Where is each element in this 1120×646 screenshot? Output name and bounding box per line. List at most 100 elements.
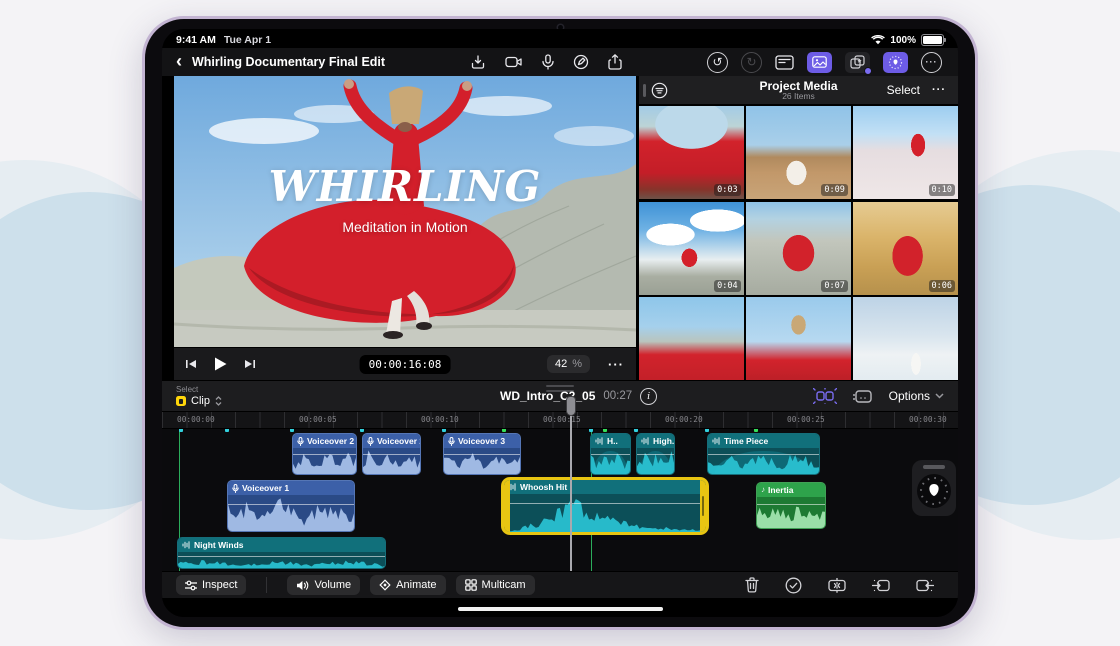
multicam-button[interactable]: Multicam (456, 575, 535, 595)
connected-clips-icon[interactable] (813, 388, 837, 404)
viewer-more-button[interactable]: ··· (608, 357, 624, 372)
animate-button[interactable]: Animate (370, 575, 445, 595)
timeline-clip[interactable]: Night Winds (177, 537, 386, 569)
playhead-handle[interactable] (566, 396, 576, 416)
mic-icon (448, 437, 455, 446)
audio-waveform (708, 448, 819, 474)
audio-waveform (757, 497, 825, 528)
volume-line[interactable] (591, 454, 630, 455)
skip-back-icon[interactable] (186, 359, 197, 369)
clip-label: Whoosh Hit (520, 482, 567, 492)
pencil-icon[interactable] (573, 54, 589, 70)
clip-name: WD_Intro_C2_05 (500, 389, 595, 403)
media-pane: Project Media 26 Items Select ··· 0:03 0… (636, 76, 958, 380)
split-clip-icon[interactable] (828, 578, 846, 593)
more-options-button[interactable]: ··· (921, 52, 942, 73)
inspect-button[interactable]: Inspect (176, 575, 246, 595)
timeline-clip[interactable]: Voiceover 1 (227, 480, 355, 532)
volume-button[interactable]: Volume (287, 575, 360, 595)
multicam-grid-icon (465, 579, 477, 591)
delete-icon[interactable] (745, 577, 759, 593)
timeline-header: Select Clip WD_Intro_C2_05 00:27 i (162, 380, 958, 412)
overwrite-clip-icon[interactable] (916, 578, 934, 593)
timeline-clip[interactable]: Time Piece (707, 433, 820, 475)
media-thumbnail[interactable]: 0:03 (639, 106, 744, 199)
timecode-display[interactable]: 00:00:16:08 (360, 355, 451, 374)
trim-handle-right[interactable] (700, 480, 706, 532)
mic-icon (232, 484, 239, 493)
tool-label: Clip (191, 395, 210, 407)
skip-forward-icon[interactable] (244, 359, 255, 369)
video-preview[interactable]: WHIRLING Meditation in Motion (174, 76, 636, 347)
options-button[interactable]: Options (889, 389, 944, 403)
import-icon[interactable] (470, 54, 486, 70)
overlay-clips-icon[interactable] (852, 388, 874, 404)
timeline-clip[interactable]: Whoosh Hit (504, 480, 706, 532)
jog-wheel[interactable] (912, 460, 956, 516)
volume-line[interactable] (757, 504, 825, 505)
volume-line[interactable] (637, 454, 674, 455)
share-icon[interactable] (608, 54, 622, 70)
project-title: Whirling Documentary Final Edit (192, 55, 385, 69)
volume-line[interactable] (444, 454, 520, 455)
microphone-icon[interactable] (542, 54, 554, 70)
back-button[interactable]: ‹ (176, 53, 182, 69)
camera-icon[interactable] (505, 54, 523, 70)
media-thumbnail[interactable]: 0:09 (746, 106, 851, 199)
insert-clip-icon[interactable] (872, 578, 890, 593)
volume-line[interactable] (228, 504, 354, 505)
home-indicator[interactable] (458, 607, 663, 612)
volume-line[interactable] (708, 454, 819, 455)
redo-button[interactable]: ↻ (741, 52, 762, 73)
clip-start-marker (502, 429, 506, 432)
media-thumbnail[interactable] (853, 297, 958, 380)
clip-start-marker (634, 429, 638, 432)
effects-button[interactable] (845, 52, 870, 73)
jog-wheel-button[interactable] (883, 52, 908, 73)
ruler-label: 00:00:15 (543, 415, 581, 424)
trim-handle-left[interactable] (504, 480, 510, 532)
zoom-level[interactable]: 42% (547, 355, 590, 373)
media-browser-button[interactable] (807, 52, 832, 73)
battery-percent: 100% (890, 35, 916, 46)
media-thumbnail[interactable]: 0:10 (853, 106, 958, 199)
playhead[interactable] (570, 412, 572, 571)
play-button[interactable] (214, 357, 227, 371)
jog-dial[interactable] (917, 474, 951, 508)
media-thumbnail[interactable]: 0:07 (746, 202, 851, 295)
undo-button[interactable]: ↺ (707, 52, 728, 73)
timeline-clip[interactable]: Voiceover 3 (443, 433, 521, 475)
media-thumbnail[interactable] (639, 297, 744, 380)
clip-start-marker (290, 429, 294, 432)
audio-waveform (228, 495, 354, 531)
tool-selector[interactable]: Select Clip (176, 385, 222, 407)
jog-handle[interactable] (923, 465, 945, 469)
timeline-clip[interactable]: High.. (636, 433, 675, 475)
media-more-button[interactable]: ··· (932, 84, 946, 96)
approve-icon[interactable] (785, 577, 802, 594)
timeline-clip[interactable]: Voiceover 2 (362, 433, 421, 475)
mic-icon (367, 437, 374, 446)
timeline-clip[interactable]: Voiceover 2 (292, 433, 357, 475)
volume-line[interactable] (504, 503, 706, 504)
audio-waveform (444, 448, 520, 474)
timeline-clip[interactable]: ♪Inertia (756, 482, 826, 529)
timeline-ruler[interactable]: 00:00:0000:00:0500:00:1000:00:1500:00:20… (162, 412, 958, 429)
media-thumbnail[interactable]: 0:06 (853, 202, 958, 295)
filter-icon[interactable] (651, 82, 668, 99)
info-icon[interactable]: i (640, 388, 657, 405)
browser-panel-icon[interactable] (775, 55, 794, 70)
clip-start-marker (225, 429, 229, 432)
media-thumbnail[interactable] (746, 297, 851, 380)
overlay-title: WHIRLING (174, 162, 636, 211)
clip-start-marker (360, 429, 364, 432)
clip-start-marker (179, 429, 183, 432)
chevron-down-icon (935, 393, 944, 399)
media-thumbnail[interactable]: 0:04 (639, 202, 744, 295)
select-button[interactable]: Select (887, 83, 920, 97)
volume-line[interactable] (363, 454, 420, 455)
volume-line[interactable] (293, 454, 356, 455)
volume-line[interactable] (178, 556, 385, 557)
timeline-tracks[interactable]: Voiceover 2Voiceover 2 Voiceover 3 H..High… (162, 429, 958, 571)
timeline-clip[interactable]: H.. (590, 433, 631, 475)
